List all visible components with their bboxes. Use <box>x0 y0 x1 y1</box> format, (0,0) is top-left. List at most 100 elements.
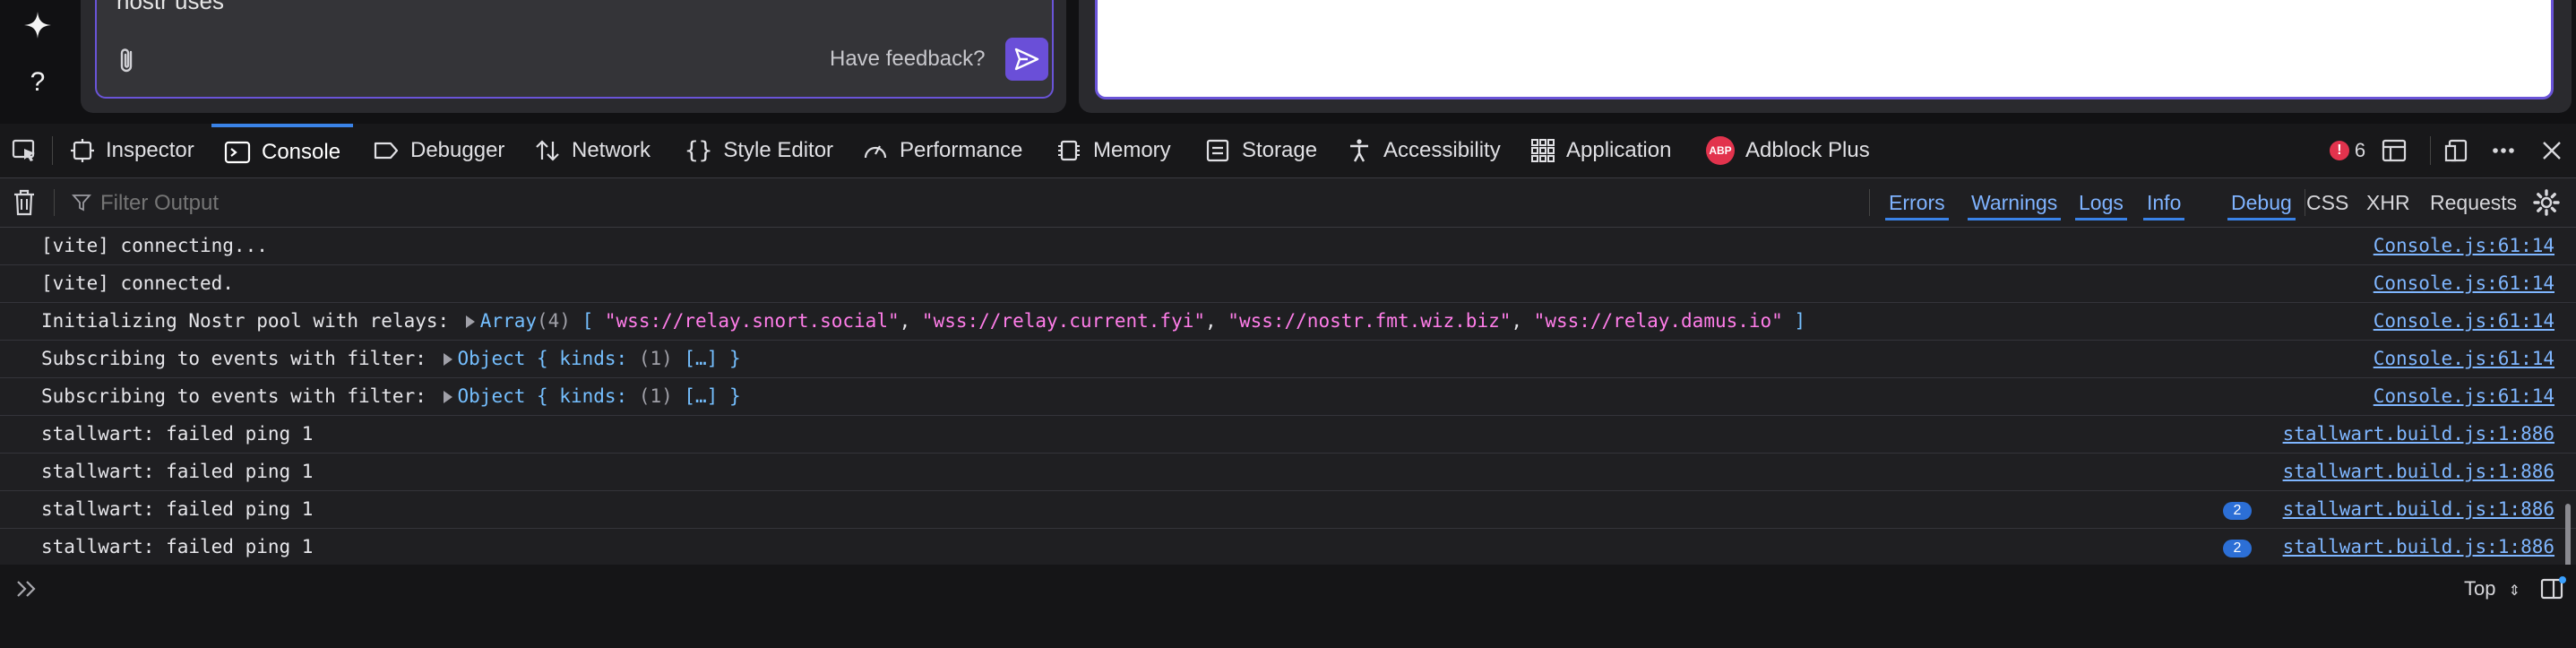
log-prefix: Initializing Nostr pool with relays: <box>41 310 461 332</box>
object-rest: […] } <box>672 385 741 407</box>
filter-logs-button[interactable]: Logs <box>2075 187 2127 220</box>
array-close-bracket: ] <box>1782 310 1806 332</box>
tab-memory[interactable]: Memory <box>1055 124 1171 177</box>
log-message: Subscribing to events with filter: Objec… <box>41 385 741 407</box>
tab-label: Debugger <box>410 138 505 162</box>
object-count: (1) <box>638 385 673 407</box>
expand-triangle-icon[interactable] <box>465 315 475 328</box>
filter-output-input[interactable] <box>72 186 1805 221</box>
chevrons-right-icon <box>13 577 41 600</box>
console-row: Initializing Nostr pool with relays: Arr… <box>0 303 2576 341</box>
source-link[interactable]: Console.js:61:14 <box>2374 272 2554 294</box>
send-button[interactable] <box>1005 38 1048 81</box>
console-row: stallwart: failed ping 1 2 stallwart.bui… <box>0 529 2576 566</box>
debugger-icon <box>374 142 399 160</box>
source-link[interactable]: Console.js:61:14 <box>2374 385 2554 407</box>
context-selector[interactable]: Top ⇕ <box>2464 577 2520 600</box>
trash-icon[interactable] <box>11 187 41 218</box>
relay-url: "wss://nostr.fmt.wiz.biz" <box>1228 310 1512 332</box>
tab-accessibility[interactable]: Accessibility <box>1346 124 1501 177</box>
braces-icon: {} <box>685 137 713 164</box>
toolbar-divider <box>2430 136 2431 165</box>
sidebar-toggle-icon[interactable] <box>2539 575 2566 602</box>
filter-css-button[interactable]: CSS <box>2306 187 2348 218</box>
tab-label: Console <box>262 140 341 164</box>
console-row: stallwart: failed ping 1 2 stallwart.bui… <box>0 491 2576 529</box>
toolbar-divider <box>52 136 53 165</box>
tab-label: Application <box>1566 138 1672 162</box>
array-separator: , <box>899 310 922 332</box>
tab-label: Network <box>572 138 651 162</box>
console-settings-gear-icon[interactable] <box>2532 188 2563 219</box>
tab-inspector[interactable]: Inspector <box>70 124 194 177</box>
close-icon[interactable] <box>2534 133 2570 168</box>
console-row: [vite] connected. Console.js:61:14 <box>0 265 2576 303</box>
error-icon: ! <box>2329 141 2349 160</box>
tab-label: Accessibility <box>1383 138 1501 162</box>
preview-panel <box>1079 0 2572 113</box>
tab-storage[interactable]: Storage <box>1204 124 1317 177</box>
log-message: [vite] connecting... <box>41 235 268 256</box>
source-link[interactable]: stallwart.build.js:1:886 <box>2283 536 2554 557</box>
source-link[interactable]: Console.js:61:14 <box>2374 310 2554 332</box>
split-console-icon[interactable] <box>2376 133 2412 168</box>
context-label: Top <box>2464 577 2496 600</box>
console-scrollbar[interactable] <box>2565 504 2571 572</box>
devtools-tab-bar: Inspector Console Debugger Network {} St… <box>0 124 2576 178</box>
filter-debug-button[interactable]: Debug <box>2227 187 2296 220</box>
tab-performance[interactable]: Performance <box>862 124 1022 177</box>
element-picker-icon[interactable] <box>7 133 43 168</box>
repeat-count-badge: 2 <box>2223 502 2252 520</box>
help-icon[interactable]: ? <box>18 63 57 102</box>
gauge-icon <box>864 145 887 159</box>
storage-icon <box>1206 139 1229 162</box>
tab-debugger[interactable]: Debugger <box>373 124 504 177</box>
array-label[interactable]: Array <box>480 310 537 332</box>
expand-triangle-icon[interactable] <box>443 391 452 403</box>
log-message: [vite] connected. <box>41 272 234 294</box>
object-rest: […] } <box>672 348 741 369</box>
filter-info-button[interactable]: Info <box>2143 187 2185 220</box>
console-row: [vite] connecting... Console.js:61:14 <box>0 228 2576 265</box>
source-link[interactable]: stallwart.build.js:1:886 <box>2283 498 2554 520</box>
expand-triangle-icon[interactable] <box>443 353 452 366</box>
paperclip-icon[interactable] <box>115 45 140 77</box>
tab-console[interactable]: Console <box>211 124 354 177</box>
source-link[interactable]: Console.js:61:14 <box>2374 235 2554 256</box>
filter-xhr-button[interactable]: XHR <box>2366 187 2410 218</box>
tab-style-editor[interactable]: {} Style Editor <box>685 124 833 177</box>
feedback-link[interactable]: Have feedback? <box>830 47 985 72</box>
more-options-icon[interactable] <box>2486 133 2521 168</box>
error-count-button[interactable]: ! 6 <box>2322 133 2373 168</box>
source-link[interactable]: stallwart.build.js:1:886 <box>2283 461 2554 482</box>
dock-side-icon[interactable] <box>2439 133 2475 168</box>
sparkle-icon[interactable] <box>18 5 57 45</box>
filter-warnings-button[interactable]: Warnings <box>1968 187 2062 220</box>
tab-label: Adblock Plus <box>1745 138 1870 162</box>
tab-adblock-plus[interactable]: ABP Adblock Plus <box>1706 124 1870 177</box>
object-label[interactable]: Object { kinds: <box>458 348 639 369</box>
log-message: Subscribing to events with filter: Objec… <box>41 348 741 369</box>
error-count: 6 <box>2354 139 2366 161</box>
array-count: (4) <box>537 310 571 332</box>
chat-input[interactable]: nostr uses <box>116 0 224 15</box>
source-link[interactable]: Console.js:61:14 <box>2374 348 2554 369</box>
chat-input-box[interactable]: nostr uses Have feedback? <box>95 0 1054 99</box>
console-row: Subscribing to events with filter: Objec… <box>0 341 2576 378</box>
tab-label: Storage <box>1242 138 1318 162</box>
console-icon <box>224 141 251 164</box>
filter-errors-button[interactable]: Errors <box>1885 187 1949 220</box>
help-label: ? <box>30 67 46 97</box>
accessibility-icon <box>1350 139 1368 162</box>
tab-application[interactable]: Application <box>1530 124 1671 177</box>
tab-network[interactable]: Network <box>534 124 650 177</box>
repeat-count-badge: 2 <box>2223 540 2252 557</box>
log-message: stallwart: failed ping 1 <box>41 461 314 482</box>
filter-requests-button[interactable]: Requests <box>2430 187 2517 218</box>
console-input-line[interactable]: Top ⇕ <box>0 565 2576 648</box>
toolbar-divider <box>1869 189 1870 216</box>
log-message: stallwart: failed ping 1 <box>41 536 314 557</box>
object-label[interactable]: Object { kinds: <box>458 385 639 407</box>
source-link[interactable]: stallwart.build.js:1:886 <box>2283 423 2554 445</box>
console-filter-bar: Errors Warnings Logs Info Debug CSS XHR … <box>0 178 2576 228</box>
